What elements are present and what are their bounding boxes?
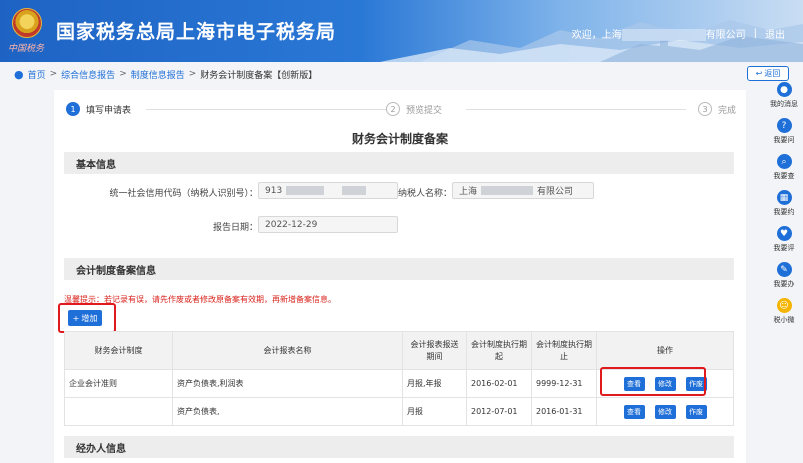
toolbar-label: 我要约: [773, 208, 795, 216]
col-header-ops: 操作: [596, 331, 734, 370]
edit-button[interactable]: 修改: [654, 404, 676, 419]
step-number: 1: [66, 102, 80, 116]
toolbar-assistant[interactable]: ☺ 税小微: [766, 298, 802, 325]
calendar-icon: ▦: [776, 190, 792, 205]
col-header-report-name: 会计报表名称: [172, 331, 403, 370]
toolbar-my-messages[interactable]: ● 我的消息: [766, 82, 802, 109]
toolbar-ask[interactable]: ? 我要问: [766, 118, 802, 145]
step-complete: 3 完成: [698, 102, 736, 116]
cell-system: [64, 397, 173, 426]
taxpayer-name-label: 纳税人名称：: [397, 189, 452, 199]
toolbar-label: 我要问: [773, 136, 795, 144]
taxpayer-name-field: 上海 有限公司: [452, 182, 594, 199]
site-header: 中国税务 国家税务总局上海市电子税务局 欢迎，上海 有限公司 | 退出: [0, 0, 803, 62]
logout-link[interactable]: 退出: [765, 26, 785, 41]
cell-ops: 查看 修改 作废: [596, 397, 734, 426]
report-date-label: 报告日期：: [212, 223, 258, 233]
cell-report: 资产负债表,利润表: [172, 369, 403, 398]
section-accounting-info: 会计制度备案信息: [64, 258, 734, 280]
col-header-system: 财务会计制度: [64, 331, 173, 370]
view-button[interactable]: 查看: [623, 404, 645, 419]
return-arrow-icon: ↩: [755, 69, 763, 78]
cell-period: 月报,年报: [402, 369, 467, 398]
search-icon: ⌕: [776, 154, 792, 169]
breadcrumb: ● 首页 > 综合信息报告 > 制度信息报告 > 财务会计制度备案【创新版】: [14, 66, 317, 82]
highlight-box-ops: [600, 367, 706, 396]
taxpayer-name-suffix: 有限公司: [537, 187, 574, 197]
toolbar-label: 我要评: [773, 244, 795, 252]
mascot-icon: ☺: [776, 298, 792, 313]
toolbar-label: 我要查: [773, 172, 795, 180]
masked-value: [342, 186, 367, 195]
form-title: 财务会计制度备案: [351, 132, 448, 146]
user-bar: 欢迎，上海 有限公司 | 退出: [572, 26, 785, 41]
report-date-field: 2022-12-29: [258, 216, 398, 233]
toolbar-search[interactable]: ⌕ 我要查: [766, 154, 802, 181]
toolbar-label: 税小微: [773, 316, 795, 324]
chat-bubble-icon: ●: [776, 82, 792, 97]
masked-value: [286, 186, 325, 195]
cell-system: 企业会计准则: [64, 369, 173, 398]
report-date-value: 2022-12-29: [265, 219, 318, 230]
section-basic-info: 基本信息: [64, 152, 734, 174]
credit-code-value: 913: [265, 185, 283, 196]
toolbar-book[interactable]: ▦ 我要约: [766, 190, 802, 217]
cell-report: 资产负债表,: [172, 397, 403, 426]
cell-end: 9999-12-31: [531, 369, 597, 398]
step-label: 完成: [718, 105, 737, 116]
step-connector: [466, 109, 686, 110]
void-button[interactable]: 作废: [685, 404, 707, 419]
breadcrumb-system-report[interactable]: 制度信息报告: [131, 68, 185, 81]
chevron-right-icon: >: [119, 69, 127, 79]
divider: |: [753, 28, 757, 39]
cell-start: 2012-07-01: [466, 397, 532, 426]
credit-code-field: 913: [258, 182, 398, 199]
chevron-right-icon: >: [49, 69, 58, 79]
chevron-right-icon: >: [188, 69, 197, 79]
taxpayer-name-value: 上海: [459, 187, 478, 197]
col-header-end: 会计制度执行期止: [531, 331, 597, 370]
site-title: 国家税务总局上海市电子税务局: [56, 21, 337, 43]
step-label: 填写申请表: [86, 105, 132, 116]
step-number: 3: [698, 102, 712, 116]
pen-icon: ✎: [776, 262, 792, 277]
toolbar-do[interactable]: ✎ 我要办: [766, 262, 802, 289]
breadcrumb-info-report[interactable]: 综合信息报告: [61, 68, 115, 81]
table-header-row: 财务会计制度 会计报表名称 会计报表报送期间 会计制度执行期起 会计制度执行期止…: [64, 331, 734, 370]
back-button-label: 返回: [764, 69, 781, 78]
table-row: 资产负债表, 月报 2012-07-01 2016-01-31 查看 修改 作废: [64, 397, 734, 426]
highlight-box-add: [58, 303, 116, 333]
welcome-text: 欢迎，上海 有限公司: [571, 29, 746, 41]
location-pin-icon: ●: [14, 67, 24, 81]
step-fill-form: 1 填写申请表: [66, 102, 131, 116]
breadcrumb-home[interactable]: 首页: [28, 68, 46, 81]
toolbar-rate[interactable]: ♥ 我要评: [766, 226, 802, 253]
cell-period: 月报: [402, 397, 467, 426]
breadcrumb-current: 财务会计制度备案【创新版】: [200, 70, 318, 81]
question-icon: ?: [776, 118, 792, 133]
back-button[interactable]: ↩ 返回: [747, 66, 789, 81]
step-connector: [146, 109, 386, 110]
emblem-caption: 中国税务: [7, 44, 44, 54]
main-panel: 1 填写申请表 2 预览提交 3 完成 财务会计制度备案 基本信息 统一社会信用…: [54, 90, 746, 463]
masked-value: [481, 186, 534, 195]
col-header-period: 会计报表报送期间: [402, 331, 467, 370]
cell-start: 2016-02-01: [466, 369, 532, 398]
credit-code-label: 统一社会信用代码（纳税人识别号）：: [109, 189, 258, 199]
col-header-start: 会计制度执行期起: [466, 331, 532, 370]
progress-steps: 1 填写申请表 2 预览提交 3 完成: [66, 102, 736, 118]
step-preview: 2 预览提交: [386, 102, 442, 116]
heart-icon: ♥: [776, 226, 792, 241]
masked-company-name: [621, 29, 706, 41]
section-handler-info: 经办人信息: [64, 436, 734, 458]
cell-end: 2016-01-31: [531, 397, 597, 426]
toolbar-label: 我要办: [773, 280, 795, 288]
tax-emblem-icon: [12, 8, 42, 38]
toolbar-label: 我的消息: [770, 100, 798, 108]
step-number: 2: [386, 102, 400, 116]
step-label: 预览提交: [406, 105, 443, 116]
